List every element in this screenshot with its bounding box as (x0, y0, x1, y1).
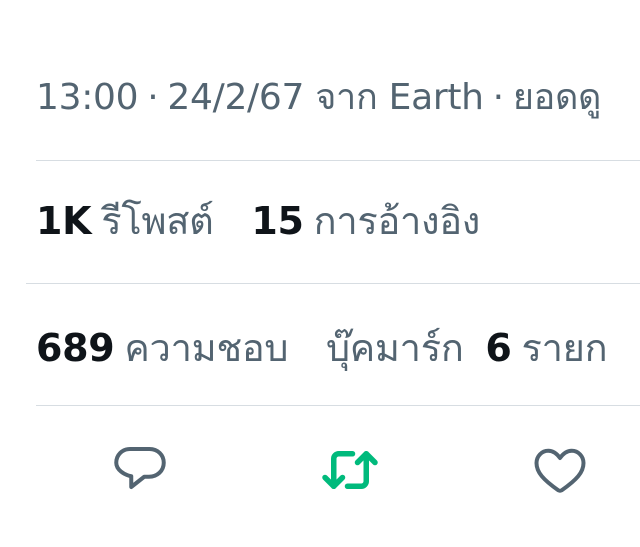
action-bar (0, 438, 640, 506)
views-label: ยอดดู (512, 77, 602, 118)
reply-button[interactable] (108, 438, 172, 502)
like-button[interactable] (528, 438, 592, 502)
heart-icon (534, 448, 586, 493)
divider (36, 405, 640, 406)
likes-stat[interactable]: 689 ความชอบ (36, 318, 289, 378)
divider (36, 160, 640, 161)
likes-count: 689 (36, 326, 115, 370)
divider (26, 283, 640, 284)
items-count: 6 (485, 326, 512, 370)
reposts-stat[interactable]: 1K รีโพสต์ (36, 191, 214, 251)
separator-dot: · (492, 77, 504, 118)
separator-dot: · (147, 77, 159, 118)
bookmarks-stat[interactable]: บุ๊คมาร์ก 6 รายก (325, 318, 608, 378)
reply-icon (114, 447, 166, 489)
stats-row-likes: 689 ความชอบ บุ๊คมาร์ก 6 รายก (36, 318, 633, 378)
tweet-meta: 13:00 · 24/2/67 จาก Earth · ยอดดู (36, 72, 601, 124)
quotes-count: 15 (251, 199, 304, 243)
retweet-button[interactable] (318, 438, 382, 502)
source-prefix: จาก (315, 77, 378, 118)
items-label: รายก (521, 326, 608, 370)
stats-row-reposts: 1K รีโพสต์ 15 การอ้างอิง (36, 191, 506, 251)
tweet-time[interactable]: 13:00 (36, 77, 139, 118)
tweet-date[interactable]: 24/2/67 (167, 77, 304, 118)
retweet-icon (322, 451, 378, 489)
bookmarks-label: บุ๊คมาร์ก (325, 326, 464, 370)
quotes-stat[interactable]: 15 การอ้างอิง (251, 191, 480, 251)
reposts-count: 1K (36, 199, 92, 243)
likes-label: ความชอบ (124, 326, 289, 370)
tweet-source: Earth (388, 77, 484, 118)
reposts-label: รีโพสต์ (101, 199, 214, 243)
quotes-label: การอ้างอิง (313, 199, 481, 243)
